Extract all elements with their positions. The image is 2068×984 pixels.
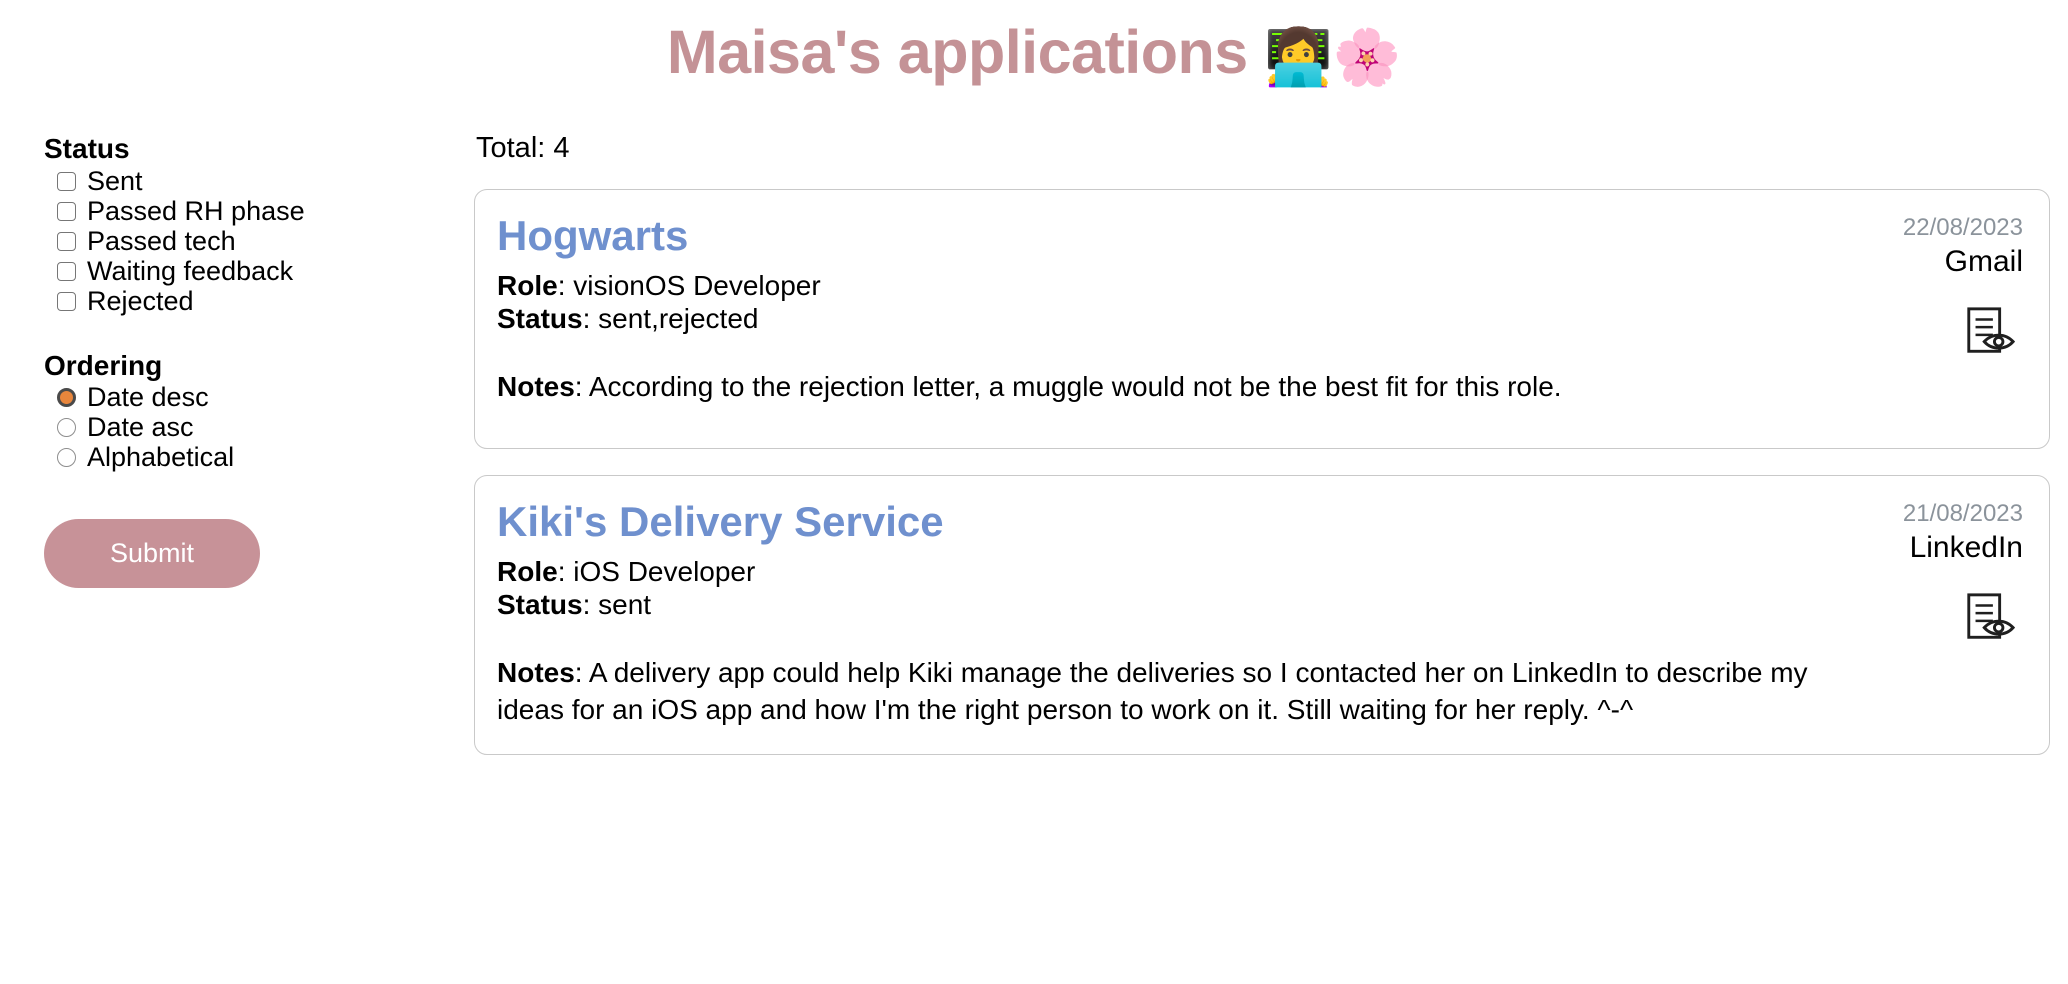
application-source: LinkedIn [1909,531,2023,565]
application-company-name: Hogwarts [497,212,689,260]
app-root: Maisa's applications 👩‍💻🌸 Status Sent Pa… [0,0,2068,984]
checkbox-icon[interactable] [57,262,76,282]
cherry-blossom-emoji-icon: 🌸 [1332,26,1402,88]
radio-icon[interactable] [57,448,76,468]
status-option-label: Passed tech [87,225,236,256]
application-status-line: Status: sent,rejected [497,303,759,335]
application-date: 22/08/2023 [1902,214,2023,242]
notes-value: A delivery app could help Kiki manage th… [497,657,1808,725]
application-card[interactable]: Kiki's Delivery Service Role: iOS Develo… [474,475,2050,756]
status-option-label: Sent [87,165,143,196]
status-option-label: Passed RH phase [87,195,305,226]
application-status-line: Status: sent [497,589,652,621]
application-role-line: Role: visionOS Developer [497,270,821,302]
application-card-meta: 22/08/2023 Gmail [1873,212,2023,422]
checkbox-icon[interactable] [57,232,76,252]
checkbox-icon[interactable] [57,292,76,312]
role-label: Role [497,556,558,588]
application-date: 21/08/2023 [1902,500,2023,528]
role-value: visionOS Developer [573,270,821,302]
document-view-icon[interactable] [1963,591,2017,645]
document-view-icon[interactable] [1963,305,2017,359]
application-company-name: Kiki's Delivery Service [497,498,944,546]
notes-label: Notes [497,371,575,403]
checkbox-icon[interactable] [57,172,76,192]
page-title-text: Maisa's applications [666,18,1248,86]
notes-value: According to the rejection letter, a mug… [588,371,1562,403]
application-card-body: Kiki's Delivery Service Role: iOS Develo… [497,498,1873,728]
notes-label: Notes [497,657,575,689]
ordering-option-label: Alphabetical [87,442,235,473]
submit-button[interactable]: Submit [44,518,260,588]
radio-icon[interactable] [57,418,76,438]
content-area: Status Sent Passed RH phase Passed tech … [0,89,2068,781]
total-count-label: Total: 4 [476,132,570,165]
status-value: sent,rejected [598,303,759,335]
application-card[interactable]: Hogwarts Role: visionOS Developer Status… [474,189,2050,450]
application-source: Gmail [1944,245,2023,279]
application-card-meta: 21/08/2023 LinkedIn [1873,498,2023,728]
application-notes-line: Notes: According to the rejection letter… [497,371,1562,403]
application-notes-line: Notes: A delivery app could help Kiki ma… [497,657,1808,725]
radio-icon-selected[interactable] [57,388,76,408]
checkbox-icon[interactable] [57,202,76,222]
ordering-option-label: Date desc [87,382,209,413]
applications-list: Total: 4 Hogwarts Role: visionOS Develop… [474,132,2068,781]
woman-technologist-emoji-icon: 👩‍💻 [1264,26,1333,88]
role-value: iOS Developer [573,556,756,588]
ordering-option-label: Date asc [87,412,194,443]
status-label: Status [497,589,583,621]
application-card-body: Hogwarts Role: visionOS Developer Status… [497,212,1873,422]
application-role-line: Role: iOS Developer [497,556,756,588]
status-option-label: Rejected [87,285,194,316]
status-option-label: Waiting feedback [87,255,294,286]
status-label: Status [497,303,583,335]
page-title: Maisa's applications 👩‍💻🌸 [0,0,2068,89]
status-value: sent [598,589,652,621]
role-label: Role [497,270,558,302]
